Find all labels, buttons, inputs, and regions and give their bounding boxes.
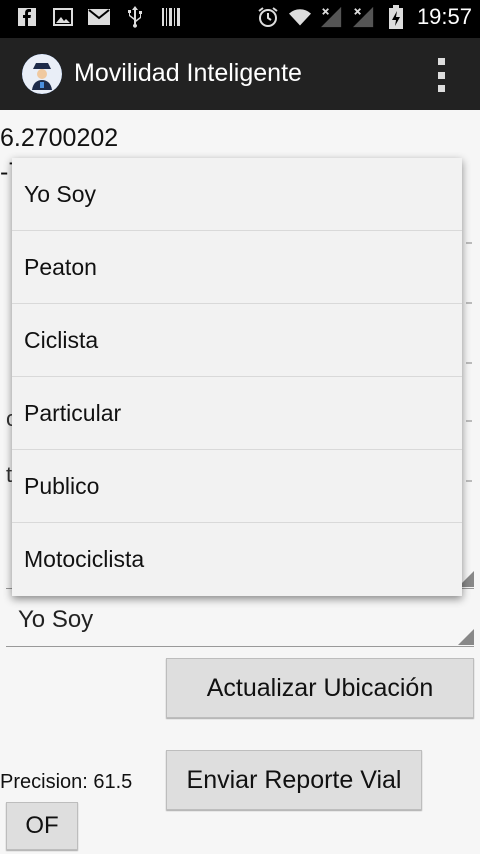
dropdown-popup: Yo Soy Peaton Ciclista Particular Public… xyxy=(12,158,462,596)
wifi-icon xyxy=(288,6,311,28)
mail-icon xyxy=(88,6,110,28)
dropdown-option-yo-soy[interactable]: Yo Soy xyxy=(12,158,462,231)
send-report-button[interactable]: Enviar Reporte Vial xyxy=(166,750,422,810)
spinner-selected-value: Yo Soy xyxy=(18,606,94,633)
dropdown-option-particular[interactable]: Particular xyxy=(12,377,462,450)
action-bar: Movilidad Inteligente xyxy=(0,38,480,110)
facebook-icon xyxy=(16,6,38,28)
signal-1-icon xyxy=(320,6,343,28)
image-icon xyxy=(52,6,74,28)
alarm-icon xyxy=(257,6,279,28)
latitude-text: 6.2700202 xyxy=(0,124,119,152)
hidden-field-edge xyxy=(466,242,472,244)
hidden-field-edge xyxy=(466,302,472,304)
hidden-field-edge xyxy=(466,420,472,422)
dropdown-option-motociclista[interactable]: Motociclista xyxy=(12,523,462,596)
usb-icon xyxy=(124,6,146,28)
dropdown-option-peaton[interactable]: Peaton xyxy=(12,231,462,304)
status-bar: 19:57 xyxy=(0,0,480,38)
toggle-button[interactable]: OF xyxy=(6,802,78,850)
dropdown-option-ciclista[interactable]: Ciclista xyxy=(12,304,462,377)
hidden-field-edge xyxy=(466,480,472,482)
spinner-arrow-icon xyxy=(458,629,474,645)
hidden-field-edge xyxy=(466,362,472,364)
battery-charging-icon xyxy=(385,5,407,29)
app-logo-icon xyxy=(22,54,62,94)
barcode-icon xyxy=(160,6,182,28)
update-location-button[interactable]: Actualizar Ubicación xyxy=(166,658,474,718)
overflow-menu-icon[interactable] xyxy=(438,58,446,92)
dropdown-option-publico[interactable]: Publico xyxy=(12,450,462,523)
user-type-spinner[interactable]: Yo Soy xyxy=(6,602,474,647)
app-title: Movilidad Inteligente xyxy=(74,59,302,87)
status-time: 19:57 xyxy=(416,4,472,29)
signal-2-icon xyxy=(352,6,375,28)
precision-text: Precision: 61.5 xyxy=(0,771,133,793)
